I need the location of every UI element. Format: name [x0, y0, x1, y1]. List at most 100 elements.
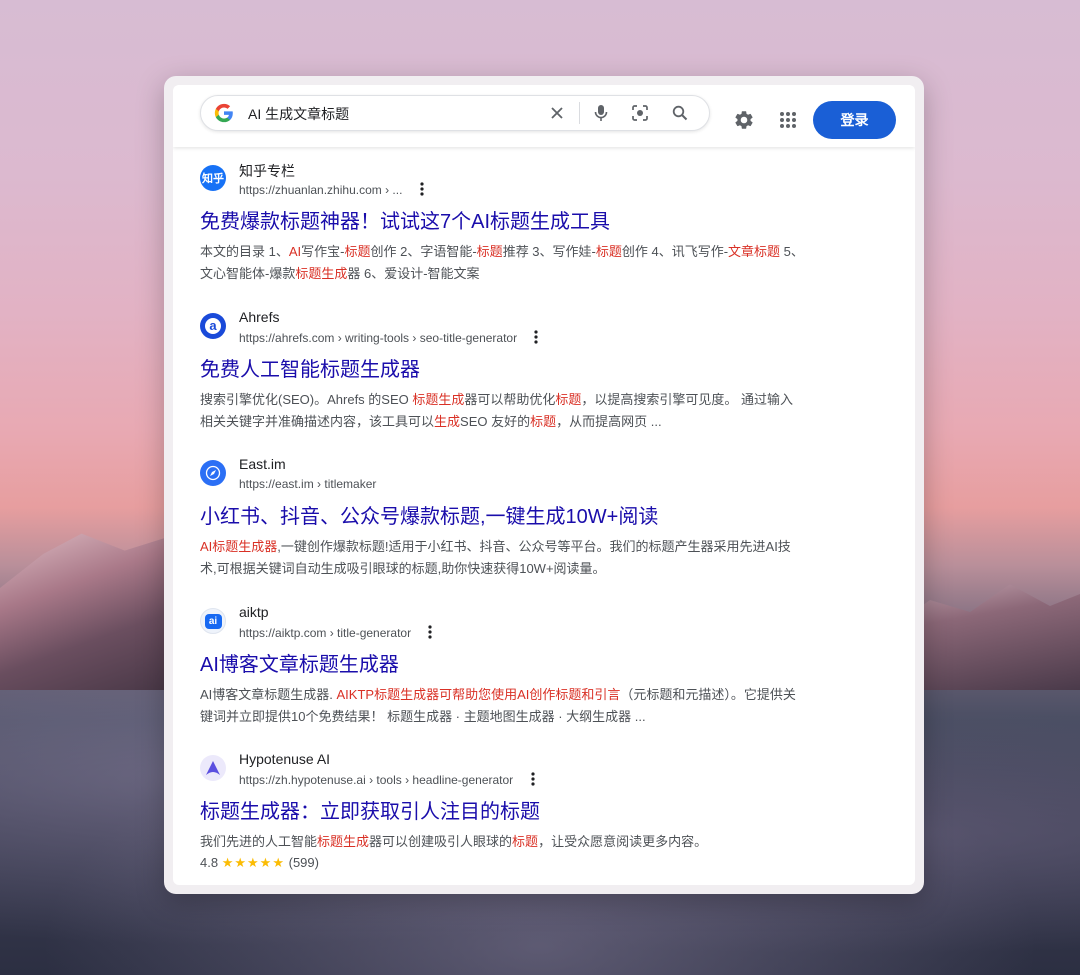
snippet-text: 器 6、爱设计-智能文案: [347, 266, 480, 281]
snippet-text: 相关关键字并准确描述内容，该工具可以: [200, 414, 435, 429]
search-box-divider: [579, 102, 580, 124]
result-source[interactable]: a Ahrefs https://ahrefs.com › writing-to…: [200, 309, 880, 349]
search-icon[interactable]: [670, 103, 690, 123]
aiktp-favicon-icon: ai: [200, 608, 226, 634]
snippet-highlight: 标题: [344, 244, 371, 259]
result-site-name: 知乎专栏: [239, 163, 295, 179]
snippet-line: 键词并立即提供10个免费结果！ 标题生成器 · 主题地图生成器 · 大纲生成器 …: [200, 706, 880, 728]
result-site-name: aiktp: [239, 604, 269, 620]
result-site-name: Ahrefs: [239, 309, 280, 325]
snippet-text: 我们先进的人工智能: [200, 834, 318, 849]
snippet-highlight: 标题: [530, 414, 557, 429]
search-result: ai aiktp https://aiktp.com › title-gener…: [200, 604, 880, 728]
rating-value: 4.8: [200, 855, 219, 870]
close-icon[interactable]: [547, 103, 567, 123]
more-vert-icon[interactable]: [428, 625, 433, 639]
snippet-text: 搜索引擎优化(SEO)。Ahrefs 的SEO: [200, 392, 413, 407]
snippet-highlight: 标题: [476, 244, 503, 259]
snippet-line: 术,可根据关键词自动生成吸引眼球的标题,助你快速获得10W+阅读量。: [200, 558, 880, 580]
snippet-highlight: AI: [288, 244, 302, 259]
snippet-text: 推荐 3、写作娃-: [502, 244, 596, 259]
result-site-name: East.im: [239, 456, 286, 472]
snippet-text: 创作 4、讯飞写作-: [621, 244, 729, 259]
google-g-logo-icon: [214, 103, 233, 123]
result-source[interactable]: Hypotenuse AI https://zh.hypotenuse.ai ›…: [200, 751, 880, 791]
result-source[interactable]: ai aiktp https://aiktp.com › title-gener…: [200, 604, 880, 644]
gear-icon[interactable]: [733, 109, 755, 131]
search-result: a Ahrefs https://ahrefs.com › writing-to…: [200, 309, 880, 433]
zhihu-favicon-icon: 知乎: [200, 165, 226, 191]
result-title-link[interactable]: 小红书、抖音、公众号爆款标题,一键生成10W+阅读: [200, 504, 880, 530]
result-snippet: 我们先进的人工智能标题生成器可以创建吸引人眼球的标题，让受众愿意阅读更多内容。: [200, 831, 880, 853]
browser-window: AI 生成 文章标题 登录 知乎 知乎专栏 https://zhuanlan.zh…: [164, 76, 924, 894]
snippet-text: 本文的目录 1、: [200, 244, 289, 259]
result-url: https://ahrefs.com › writing-tools › seo…: [239, 330, 539, 345]
result-snippet: 本文的目录 1、AI写作宝-标题创作 2、字语智能-标题推荐 3、写作娃-标题创…: [200, 241, 880, 285]
snippet-highlight: 标题: [512, 834, 539, 849]
snippet-text: ，从而提高网页 ...: [556, 414, 662, 429]
result-url: https://aiktp.com › title-generator: [239, 625, 433, 640]
apps-grid-icon[interactable]: [779, 111, 797, 129]
search-box[interactable]: AI 生成文章标题: [200, 95, 710, 131]
result-url: https://zh.hypotenuse.ai › tools › headl…: [239, 772, 535, 787]
snippet-highlight: AI标题生成器: [200, 539, 278, 554]
result-snippet: AI博客文章标题生成器. AIKTP标题生成器可帮助您使用AI创作标题和引言（元…: [200, 684, 880, 728]
result-url: https://zhuanlan.zhihu.com › ...: [239, 182, 424, 197]
search-results-page: AI 生成 文章标题 登录 知乎 知乎专栏 https://zhuanlan.zh…: [173, 85, 915, 885]
snippet-text: AI博客文章标题生成器.: [200, 687, 337, 702]
snippet-text: SEO 友好的: [460, 414, 531, 429]
snippet-line: AI标题生成器,一键创作爆款标题!适用于小红书、抖音、公众号等平台。我们的标题产…: [200, 536, 880, 558]
result-title-link[interactable]: 免费爆款标题神器！试试这7个AI标题生成工具: [200, 209, 880, 235]
snippet-text: 创作 2、字语智能-: [370, 244, 477, 259]
snippet-highlight: 生成: [434, 414, 461, 429]
snippet-line: 文心智能体-爆款标题生成器 6、爱设计-智能文案: [200, 263, 880, 285]
result-url: https://east.im › titlemaker: [239, 477, 377, 491]
snippet-line: 我们先进的人工智能标题生成器可以创建吸引人眼球的标题，让受众愿意阅读更多内容。: [200, 831, 880, 853]
result-source[interactable]: East.im https://east.im › titlemaker: [200, 456, 880, 496]
snippet-text: ，让受众愿意阅读更多内容。: [538, 834, 708, 849]
result-title-link[interactable]: 标题生成器：立即获取引人注目的标题: [200, 799, 880, 825]
ahrefs-favicon-icon: a: [200, 313, 226, 339]
more-vert-icon[interactable]: [420, 182, 424, 196]
snippet-highlight: 标题生成: [295, 266, 348, 281]
snippet-text: 文心智能体-爆款: [200, 266, 296, 281]
snippet-highlight: 标题: [555, 392, 582, 407]
search-result: Hypotenuse AI https://zh.hypotenuse.ai ›…: [200, 751, 880, 873]
search-header: AI 生成文章标题 登录: [173, 85, 915, 147]
camera-lens-icon[interactable]: [630, 103, 650, 123]
snippet-text: 器可以帮助优化: [464, 392, 556, 407]
result-title-link[interactable]: 免费人工智能标题生成器: [200, 357, 880, 383]
snippet-line: 相关关键字并准确描述内容，该工具可以生成SEO 友好的标题，从而提高网页 ...: [200, 411, 880, 433]
compass-favicon-icon: [200, 460, 226, 486]
more-vert-icon[interactable]: [530, 772, 535, 786]
search-input[interactable]: AI 生成文章标题: [248, 104, 349, 124]
mic-icon[interactable]: [591, 103, 611, 123]
snippet-line: 搜索引擎优化(SEO)。Ahrefs 的SEO 标题生成器可以帮助优化标题，以提…: [200, 389, 880, 411]
snippet-text: 写作宝-: [301, 244, 345, 259]
snippet-text: 键词并立即提供10个免费结果！ 标题生成器 · 主题地图生成器 · 大纲生成器 …: [200, 709, 646, 724]
rating-count: (599): [288, 855, 319, 870]
snippet-highlight: 文章标题: [728, 244, 781, 259]
more-vert-icon[interactable]: [534, 330, 539, 344]
snippet-text: 器可以创建吸引人眼球的: [369, 834, 513, 849]
search-result: East.im https://east.im › titlemaker 小红书…: [200, 456, 880, 580]
login-button[interactable]: 登录: [813, 101, 896, 139]
search-result: 知乎 知乎专栏 https://zhuanlan.zhihu.com › ...…: [200, 161, 880, 285]
snippet-text: （元标题和元描述）。它提供关: [620, 687, 796, 702]
snippet-line: 本文的目录 1、AI写作宝-标题创作 2、字语智能-标题推荐 3、写作娃-标题创…: [200, 241, 880, 263]
snippet-highlight: 标题生成: [317, 834, 370, 849]
result-snippet: AI标题生成器,一键创作爆款标题!适用于小红书、抖音、公众号等平台。我们的标题产…: [200, 536, 880, 580]
snippet-line: AI博客文章标题生成器. AIKTP标题生成器可帮助您使用AI创作标题和引言（元…: [200, 684, 880, 706]
result-site-name: Hypotenuse AI: [239, 751, 331, 767]
snippet-highlight: 标题: [595, 244, 622, 259]
snippet-highlight: AIKTP标题生成器可帮助您使用AI创作标题和引言: [336, 687, 621, 702]
snippet-text: ，以提高搜索引擎可见度。 通过输入: [581, 392, 794, 407]
snippet-text: 5、: [780, 244, 804, 259]
rating-stars-icon: ★★★★★: [221, 855, 285, 870]
result-snippet: 搜索引擎优化(SEO)。Ahrefs 的SEO 标题生成器可以帮助优化标题，以提…: [200, 389, 880, 433]
snippet-text: ,一键创作爆款标题!适用于小红书、抖音、公众号等平台。我们的标题产生器采用先进A…: [277, 539, 791, 554]
snippet-text: 术,可根据关键词自动生成吸引眼球的标题,助你快速获得10W+阅读量。: [200, 561, 606, 576]
hypotenuse-favicon-icon: [200, 755, 226, 781]
result-source[interactable]: 知乎 知乎专栏 https://zhuanlan.zhihu.com › ...: [200, 161, 880, 201]
result-title-link[interactable]: AI博客文章标题生成器: [200, 652, 880, 678]
